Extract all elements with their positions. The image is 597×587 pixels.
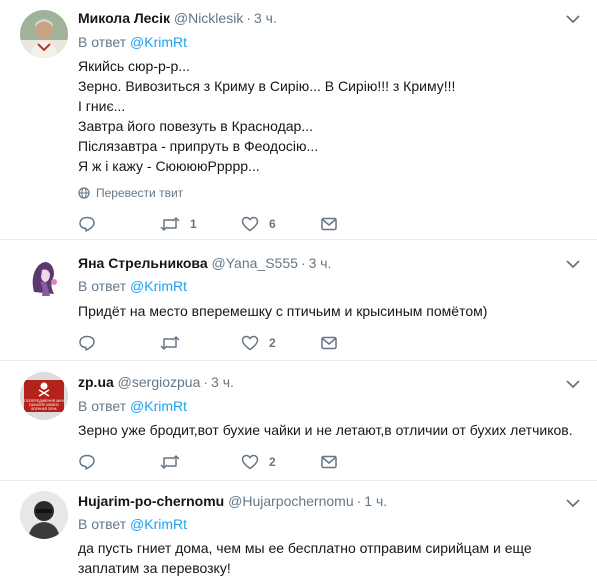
translate-tweet-link[interactable]: Перевести твит: [78, 185, 183, 201]
reply-prefix: В ответ: [78, 278, 127, 294]
chevron-down-icon[interactable]: [565, 11, 581, 27]
retweet-icon: [160, 217, 180, 231]
reply-mention-link[interactable]: @KrimRt: [130, 398, 187, 414]
tweet-text-line: Придёт на место вперемешку с птичьим и к…: [78, 303, 488, 319]
translate-label[interactable]: Перевести твит: [96, 186, 183, 200]
user-handle[interactable]: @sergiozpua: [118, 374, 201, 390]
reply-icon: [79, 216, 95, 232]
timestamp[interactable]: 3 ч.: [309, 255, 332, 271]
tweet[interactable]: Hujarim-po-chernomu @Hujarpochernomu · 1 ч…: [0, 481, 597, 587]
tweet-text-line: Якийсь сюр-р-р...: [78, 58, 190, 74]
reply-icon: [79, 454, 95, 470]
chevron-down-icon[interactable]: [565, 376, 581, 392]
display-name[interactable]: Hujarim-po-chernomu: [78, 493, 224, 509]
avatar-illustration: [20, 252, 68, 300]
reply-context: В ответ @KrimRt: [78, 33, 187, 51]
tweet-header: Микола Лесік @Nicklesik · 3 ч.: [78, 8, 277, 28]
reply-mention-link[interactable]: @KrimRt: [130, 516, 187, 532]
like-count: 2: [269, 336, 276, 350]
separator-dot: ·: [356, 493, 362, 509]
direct-message-button[interactable]: [320, 333, 338, 353]
avatar-sign-text: ВОЕННАЯ ЗОНА: [31, 407, 57, 411]
avatar[interactable]: ПОПЕРЕДЖЕННЯ МІН! DANGER! MINES! ВОЕННАЯ…: [20, 372, 68, 420]
timestamp[interactable]: 3 ч.: [211, 374, 234, 390]
tweet-text-line: да пусть гниет дома, чем мы ее бесплатно…: [78, 540, 532, 576]
timestamp[interactable]: 3 ч.: [254, 10, 277, 26]
tweet-text-line: Зерно. Вивозиться з Криму в Сирію... В С…: [78, 78, 456, 94]
avatar-warning-sign: ПОПЕРЕДЖЕННЯ МІН! DANGER! MINES! ВОЕННАЯ…: [20, 372, 68, 420]
reply-prefix: В ответ: [78, 34, 127, 50]
reply-context: В ответ @KrimRt: [78, 277, 187, 295]
envelope-icon: [321, 217, 337, 231]
tweet-actions: 2: [78, 452, 378, 472]
avatar[interactable]: [20, 491, 68, 539]
user-handle[interactable]: @Hujarpochernomu: [228, 493, 354, 509]
retweet-icon: [160, 455, 180, 469]
reply-mention-link[interactable]: @KrimRt: [130, 34, 187, 50]
display-name[interactable]: Яна Стрельникова: [78, 255, 208, 271]
direct-message-button[interactable]: [320, 452, 338, 472]
envelope-icon: [321, 455, 337, 469]
tweet-header: Яна Стрельникова @Yana_S555 · 3 ч.: [78, 253, 331, 273]
retweet-button[interactable]: [160, 452, 180, 472]
display-name[interactable]: Микола Лесік: [78, 10, 170, 26]
tweet[interactable]: ПОПЕРЕДЖЕННЯ МІН! DANGER! MINES! ВОЕННАЯ…: [0, 361, 597, 481]
tweet-text: да пусть гниет дома, чем мы ее бесплатно…: [78, 538, 568, 578]
reply-icon: [79, 335, 95, 351]
tweet-header: Hujarim-po-chernomu @Hujarpochernomu · 1 ч…: [78, 491, 387, 511]
retweet-button[interactable]: 1: [160, 214, 197, 234]
avatar[interactable]: [20, 10, 68, 58]
tweet-header: zp.ua @sergiozpua · 3 ч.: [78, 372, 234, 392]
tweet-actions: 2: [78, 333, 378, 353]
chevron-down-icon[interactable]: [565, 256, 581, 272]
direct-message-button[interactable]: [320, 214, 338, 234]
tweet-text-line: Зерно уже бродит,вот бухие чайки и не ле…: [78, 422, 573, 438]
separator-dot: ·: [300, 255, 306, 271]
display-name[interactable]: zp.ua: [78, 374, 114, 390]
globe-icon: [78, 187, 90, 199]
tweet-text: Якийсь сюр-р-р... Зерно. Вивозиться з Кр…: [78, 56, 578, 176]
separator-dot: ·: [203, 374, 209, 390]
like-button[interactable]: 2: [241, 452, 276, 472]
heart-icon: [241, 335, 259, 351]
avatar-photo: [20, 491, 68, 539]
tweet-text-line: Я ж і кажу - СююююРрррр...: [78, 158, 260, 174]
user-handle[interactable]: @Yana_S555: [212, 255, 298, 271]
heart-icon: [241, 454, 259, 470]
like-count: 2: [269, 455, 276, 469]
reply-context: В ответ @KrimRt: [78, 397, 187, 415]
tweet-text-line: Завтра його повезуть в Краснодар...: [78, 118, 313, 134]
reply-context: В ответ @KrimRt: [78, 515, 187, 533]
chevron-down-icon[interactable]: [565, 495, 581, 511]
like-button[interactable]: 6: [241, 214, 276, 234]
like-button[interactable]: 2: [241, 333, 276, 353]
retweet-icon: [160, 336, 180, 350]
tweet-text-line: І гниє...: [78, 98, 126, 114]
reply-prefix: В ответ: [78, 516, 127, 532]
user-handle[interactable]: @Nicklesik: [174, 10, 243, 26]
reply-button[interactable]: [78, 452, 96, 472]
tweet-text: Придёт на место вперемешку с птичьим и к…: [78, 301, 578, 321]
tweet-actions: 1 6: [78, 214, 378, 234]
avatar-photo: [20, 10, 68, 58]
reply-button[interactable]: [78, 333, 96, 353]
tweet-text: Зерно уже бродит,вот бухие чайки и не ле…: [78, 420, 578, 440]
reply-prefix: В ответ: [78, 398, 127, 414]
retweet-count: 1: [190, 217, 197, 231]
envelope-icon: [321, 336, 337, 350]
tweet[interactable]: Яна Стрельникова @Yana_S555 · 3 ч. В ответ…: [0, 240, 597, 361]
tweet-text-line: Післязавтра - припруть в Феодосію...: [78, 138, 319, 154]
avatar[interactable]: [20, 252, 68, 300]
reply-button[interactable]: [78, 214, 96, 234]
heart-icon: [241, 216, 259, 232]
like-count: 6: [269, 217, 276, 231]
retweet-button[interactable]: [160, 333, 180, 353]
timestamp[interactable]: 1 ч.: [364, 493, 387, 509]
reply-mention-link[interactable]: @KrimRt: [130, 278, 187, 294]
separator-dot: ·: [246, 10, 251, 26]
tweet[interactable]: Микола Лесік @Nicklesik · 3 ч. В ответ @Kr…: [0, 0, 597, 240]
